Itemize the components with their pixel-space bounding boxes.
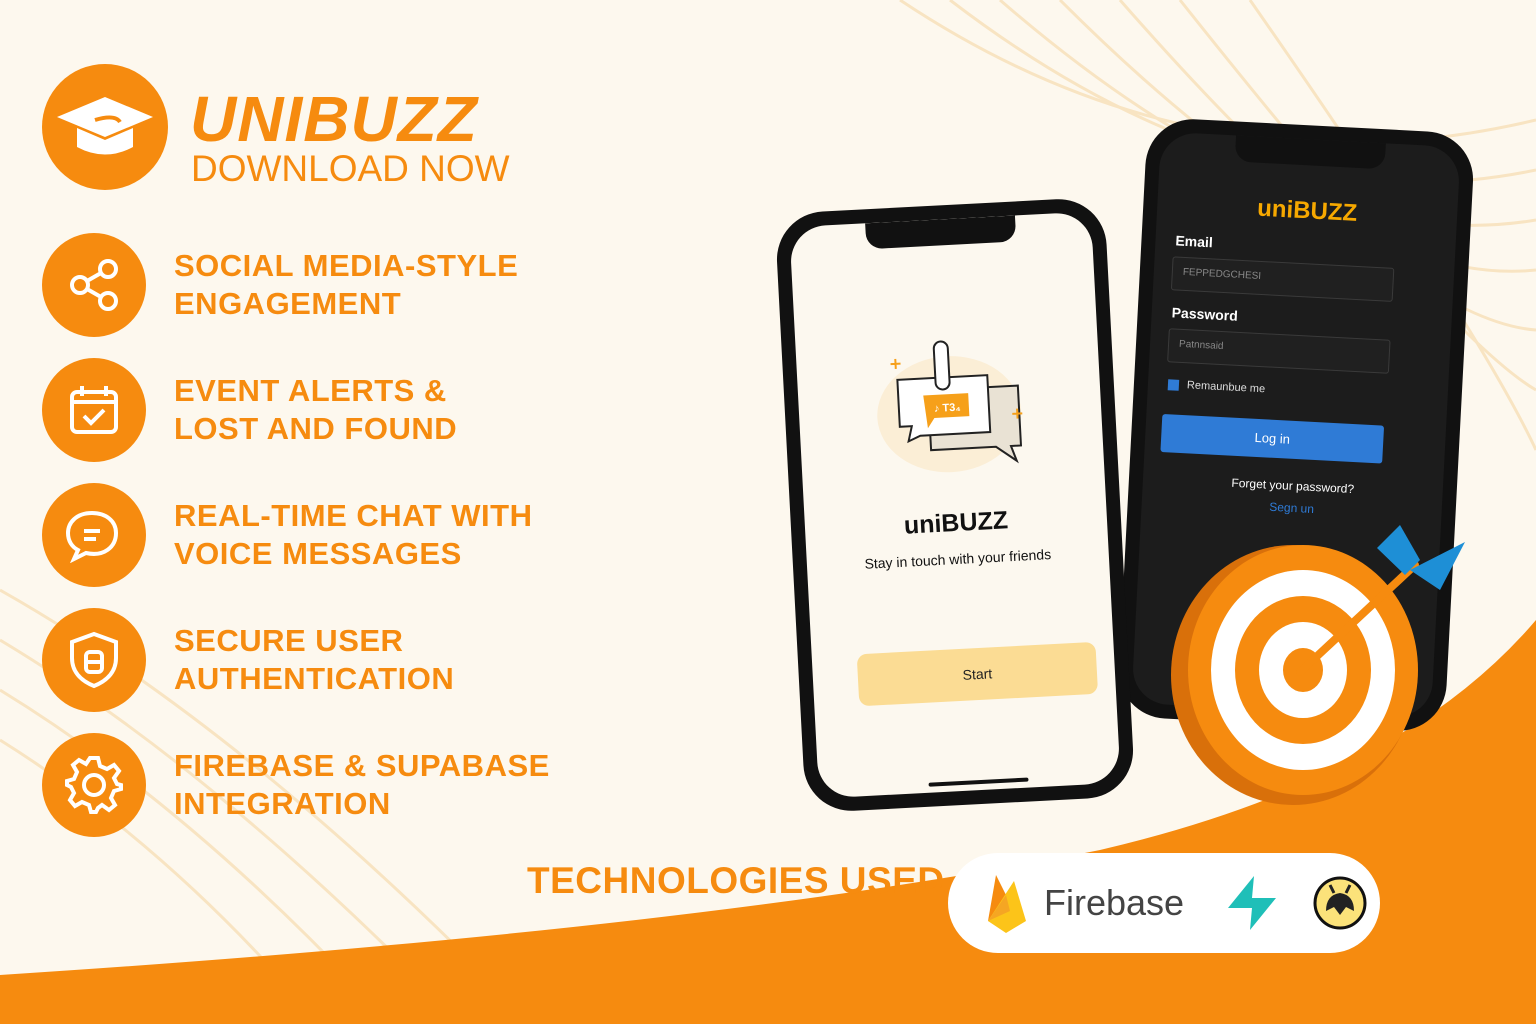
remember-label: Remaunbue me [1186,379,1266,396]
supabase-icon [1228,876,1277,930]
feature-line: LOST AND FOUND [174,411,458,446]
password-field[interactable]: Patnnsaid [1167,328,1391,374]
logo-graduation-cap [42,64,168,190]
feature-auth: SECURE USER AUTHENTICATION [42,608,454,712]
feature-line: ENGAGEMENT [174,286,402,321]
shield-icon [42,608,146,712]
feature-line: FIREBASE & SUPABASE [174,748,550,783]
email-field[interactable]: FEPPEDGCHESI [1170,256,1395,302]
password-label: Password [1171,304,1239,324]
calendar-check-icon [42,358,146,462]
app-title: UNIBUZZ [190,83,478,155]
feature-chat: REAL-TIME CHAT WITH VOICE MESSAGES [42,483,532,587]
firebase-icon [988,875,1026,933]
bug-logo-icon [1313,876,1367,930]
start-button[interactable]: Start [856,641,1099,707]
feature-line: SECURE USER [174,623,404,658]
technologies-pill: Firebase [948,853,1380,953]
feature-line: REAL-TIME CHAT WITH [174,498,533,533]
feature-social: SOCIAL MEDIA-STYLE ENGAGEMENT [42,233,518,337]
chat-bubble-icon [42,483,146,587]
welcome-app-name: uniBUZZ [903,506,1009,540]
chat-illustration: ♪ T3₄ [877,340,1023,473]
welcome-tagline: Stay in touch with your friends [864,546,1052,572]
home-indicator [928,777,1029,787]
bubble-text: ♪ T3₄ [934,402,961,415]
feature-line: EVENT ALERTS & [174,373,447,408]
share-icon [42,233,146,337]
feature-line: INTEGRATION [174,786,391,821]
firebase-label: Firebase [1044,882,1185,923]
target-dart-icon [1171,525,1465,805]
remember-checkbox[interactable] [1167,378,1180,391]
feature-line: VOICE MESSAGES [174,536,462,571]
login-app-name: uniBUZZ [1256,194,1358,227]
feature-integration: FIREBASE & SUPABASE INTEGRATION [42,733,550,837]
graduation-cap-icon [57,97,153,155]
feature-line: AUTHENTICATION [174,661,455,696]
login-button[interactable]: Log in [1160,413,1385,464]
feature-events: EVENT ALERTS & LOST AND FOUND [42,358,457,462]
feature-line: SOCIAL MEDIA-STYLE [174,248,519,283]
phone-notch [865,215,1017,250]
download-now-text: DOWNLOAD NOW [191,148,510,189]
phone-notch [1234,135,1386,170]
gear-icon [42,733,146,837]
email-label: Email [1175,232,1214,251]
welcome-phone-mockup: ♪ T3₄ uniBUZZ Stay in touch with your fr… [774,196,1136,814]
technologies-used-label: TECHNOLOGIES USED [527,860,945,901]
